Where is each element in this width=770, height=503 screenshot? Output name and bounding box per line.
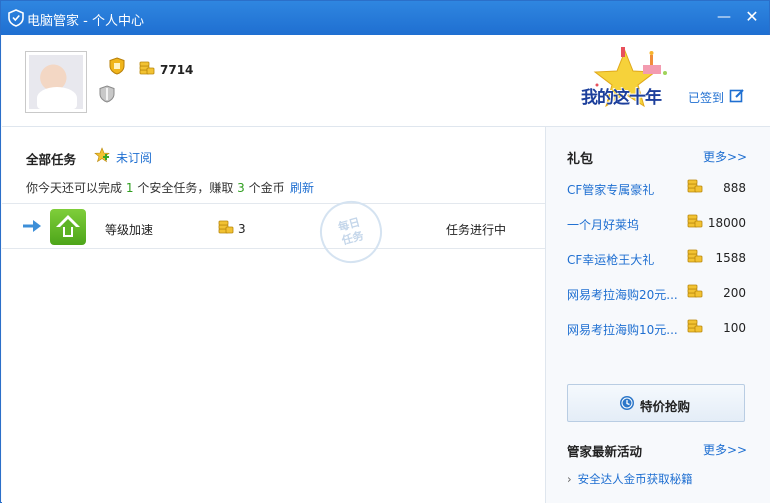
gift-price: 1588 (715, 251, 746, 265)
gray-shield-badge-icon[interactable] (99, 85, 115, 103)
clock-icon (620, 396, 634, 410)
tasks-title: 全部任务 (26, 152, 77, 167)
gift-name[interactable]: 网易考拉海购10元... (567, 321, 678, 338)
gifts-more-link[interactable]: 更多>> (703, 148, 747, 165)
chevron-right-icon: › (567, 472, 572, 486)
gift-list: CF管家专属豪礼 888 一个月好莱坞 18000 CF幸运枪王大礼 1588 … (546, 173, 770, 348)
shield-icon (8, 9, 24, 27)
title-bar[interactable]: 电脑管家 - 个人中心 — ✕ (1, 1, 769, 35)
gift-price: 200 (723, 286, 746, 300)
gift-item[interactable]: 网易考拉海购10元... 100 (546, 313, 770, 348)
task-count: 1 (125, 181, 134, 195)
gifts-title: 礼包 (567, 152, 594, 167)
task-row[interactable]: 等级加速 3 任务进行中 (2, 203, 545, 249)
coin-icon (687, 318, 703, 334)
avatar-image (29, 55, 83, 109)
coin-balance: 7714 (160, 63, 194, 77)
gift-item[interactable]: CF幸运枪王大礼 1588 (546, 243, 770, 278)
coin-icon (687, 213, 703, 229)
coin-icon (139, 60, 155, 76)
gift-name[interactable]: CF管家专属豪礼 (567, 181, 654, 198)
gift-price: 18000 (707, 216, 746, 230)
coin-icon (687, 283, 703, 299)
close-button[interactable]: ✕ (741, 7, 763, 27)
refresh-link[interactable]: 刷新 (290, 179, 314, 196)
anniversary-text: 我的这十年 (581, 88, 662, 108)
special-offer-button[interactable]: 特价抢购 (567, 384, 745, 422)
tasks-panel: 全部任务 未订阅 你今天还可以完成 1 个安全任务，赚取 3 个金币 刷新 等级… (2, 127, 545, 503)
gift-item[interactable]: 网易考拉海购20元... 200 (546, 278, 770, 313)
task-name: 等级加速 (105, 223, 154, 237)
anniversary-banner[interactable]: 我的这十年 (577, 45, 685, 111)
arrow-right-icon (23, 220, 41, 232)
gift-name[interactable]: CF幸运枪王大礼 (567, 251, 654, 268)
coin-icon (687, 248, 703, 264)
gift-name[interactable]: 一个月好莱坞 (567, 216, 639, 233)
coin-icon (687, 178, 703, 194)
task-status: 任务进行中 (446, 223, 507, 237)
profile-header: 7714 我的这十年 已签到 (2, 35, 770, 127)
activities-more-link[interactable]: 更多>> (703, 441, 747, 458)
gift-price: 100 (723, 321, 746, 335)
task-reward: 3 (238, 222, 246, 236)
special-offer-label: 特价抢购 (640, 399, 691, 414)
gift-item[interactable]: 一个月好莱坞 18000 (546, 208, 770, 243)
tasks-description: 你今天还可以完成 1 个安全任务，赚取 3 个金币 (26, 181, 285, 195)
level-up-arrow-icon (56, 215, 80, 237)
personal-center-window: 电脑管家 - 个人中心 — ✕ 7714 我的这十年 已签到 全部任务 未订阅 … (0, 0, 770, 503)
gift-name[interactable]: 网易考拉海购20元... (567, 286, 678, 303)
gift-price: 888 (723, 181, 746, 195)
signin-status[interactable]: 已签到 (688, 89, 724, 106)
edit-icon[interactable] (729, 88, 745, 104)
minimize-button[interactable]: — (713, 7, 735, 27)
subscribe-link[interactable]: 未订阅 (116, 149, 152, 166)
gift-item[interactable]: CF管家专属豪礼 888 (546, 173, 770, 208)
activity-label[interactable]: 安全达人金币获取秘籍 (578, 472, 693, 486)
gold-shield-badge-icon[interactable] (108, 57, 126, 75)
level-up-task-icon (50, 209, 86, 245)
reward-count: 3 (237, 181, 245, 195)
activity-item[interactable]: › 安全达人金币获取秘籍 (567, 471, 693, 487)
coin-icon (218, 219, 234, 235)
window-title: 电脑管家 - 个人中心 (27, 14, 144, 29)
activities-title: 管家最新活动 (567, 444, 643, 459)
star-plus-icon[interactable] (94, 147, 110, 163)
gifts-panel: 礼包 更多>> CF管家专属豪礼 888 一个月好莱坞 18000 CF幸运枪王… (545, 127, 770, 503)
avatar[interactable] (25, 51, 87, 113)
